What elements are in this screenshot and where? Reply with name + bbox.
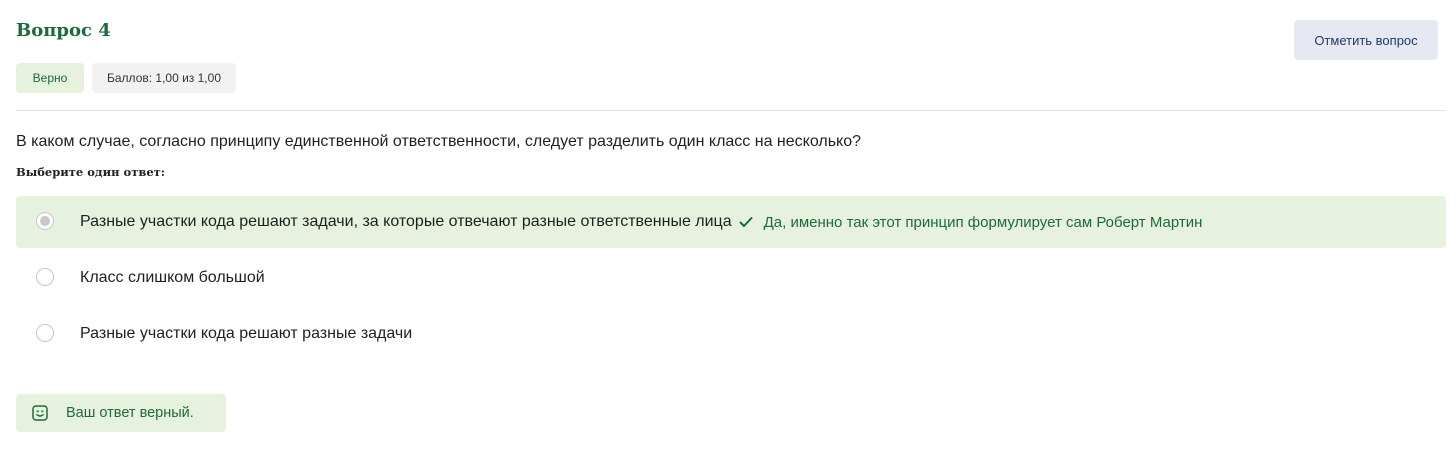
question-text: В каком случае, согласно принципу единст… (16, 133, 862, 150)
answer-option-label-3: Разные участки кода решают разные задачи (80, 325, 413, 342)
status-badge: Верно (16, 63, 84, 93)
answer-option-container-1: Разные участки кода решают задачи, за ко… (80, 213, 1202, 231)
quiz-question-page: Вопрос 4 Отметить вопрос Верно Баллов: 1… (0, 0, 1456, 455)
answer-option-1[interactable]: Разные участки кода решают задачи, за ко… (16, 196, 1446, 248)
divider (16, 110, 1446, 111)
result-text: Ваш ответ верный. (66, 405, 194, 421)
answer-option-3[interactable]: Разные участки кода решают разные задачи (16, 308, 1446, 360)
answer-feedback: Да, именно так этот принцип формулирует … (763, 213, 1203, 231)
answer-option-label-1: Разные участки кода решают задачи, за ко… (80, 213, 732, 230)
answer-option-2[interactable]: Класс слишком большой (16, 252, 1446, 304)
answer-option-label-2: Класс слишком большой (80, 269, 265, 286)
check-icon (739, 217, 753, 227)
score-badge: Баллов: 1,00 из 1,00 (92, 63, 236, 93)
answer-prompt: Выберите один ответ: (16, 165, 166, 179)
smiley-icon (32, 405, 48, 421)
flag-question-button[interactable]: Отметить вопрос (1294, 20, 1438, 60)
radio-button-3[interactable] (36, 324, 54, 342)
radio-button-1[interactable] (36, 212, 54, 230)
question-title: Вопрос 4 (16, 20, 111, 41)
radio-button-2[interactable] (36, 268, 54, 286)
result-feedback-box: Ваш ответ верный. (16, 394, 226, 432)
